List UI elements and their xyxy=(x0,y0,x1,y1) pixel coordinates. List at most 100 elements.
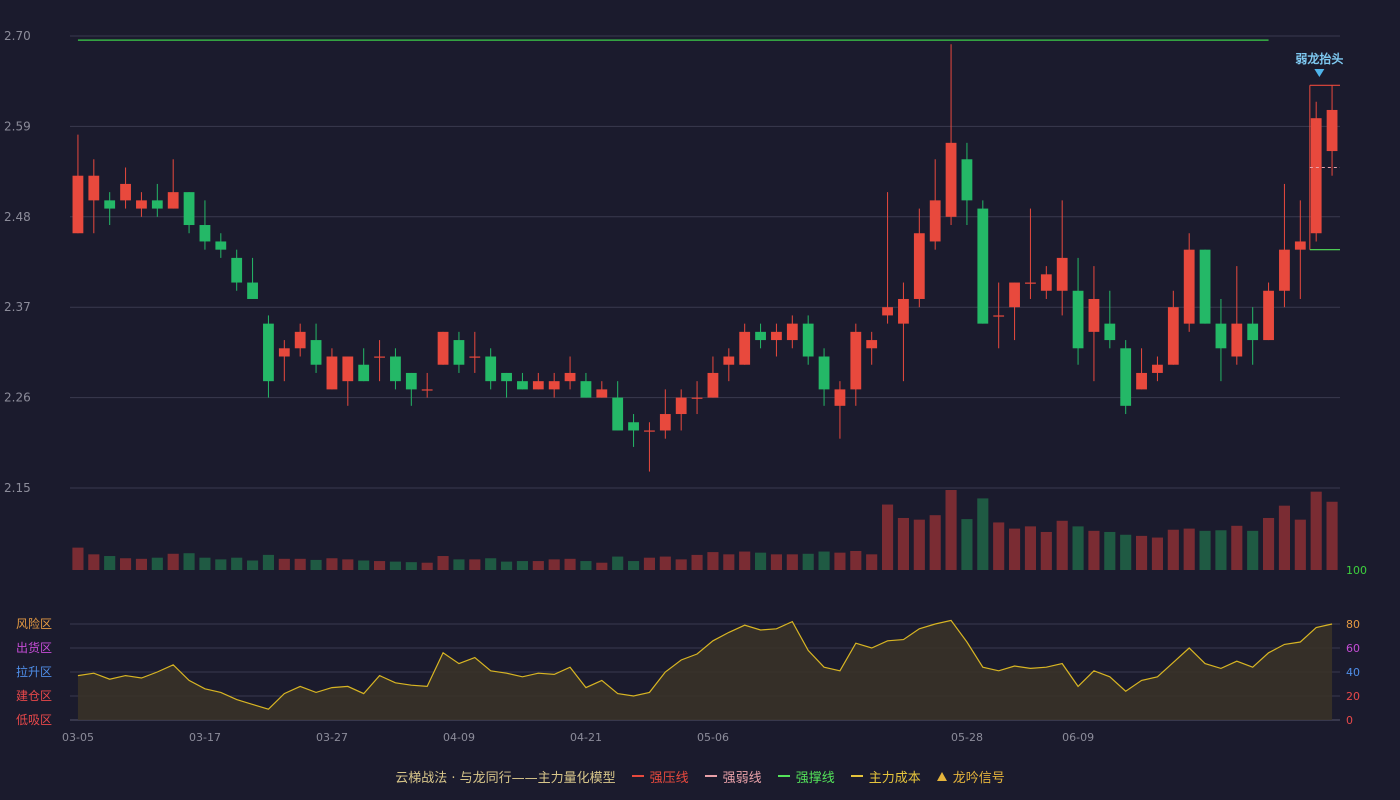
candle-body xyxy=(120,183,131,201)
candle-body xyxy=(215,241,227,250)
legend-item-strong-pressure[interactable]: 强压线 xyxy=(631,767,689,786)
candle-body xyxy=(1088,298,1100,332)
candle-body xyxy=(612,397,624,431)
x-tick-label: 04-09 xyxy=(443,731,475,744)
candle-body xyxy=(390,356,401,382)
legend-item-signal[interactable]: 龙吟信号 xyxy=(936,767,1005,786)
x-tick-label: 06-09 xyxy=(1062,731,1094,744)
x-tick-label: 05-06 xyxy=(697,731,729,744)
volume-bar xyxy=(405,562,417,570)
x-tick-label: 04-21 xyxy=(570,731,602,744)
candle-body xyxy=(1310,118,1322,234)
volume-bar xyxy=(135,558,147,570)
volume-bar xyxy=(358,560,370,570)
volume-bar xyxy=(1072,526,1084,570)
volume-bar xyxy=(929,515,941,570)
candle-body xyxy=(231,257,243,283)
volume-bar xyxy=(247,560,259,570)
volume-bar xyxy=(977,498,989,570)
candle-body xyxy=(453,340,465,365)
volume-bar xyxy=(691,554,703,570)
volume-bar xyxy=(786,554,798,570)
volume-bar xyxy=(1263,517,1275,570)
candle-body xyxy=(929,200,941,242)
volume-bar xyxy=(72,547,84,570)
legend-item-cost[interactable]: 主力成本 xyxy=(850,767,921,786)
candle-body xyxy=(802,323,814,357)
volume-bar xyxy=(167,553,179,570)
candle-body xyxy=(771,331,782,341)
candle-body xyxy=(786,323,798,341)
candle-body xyxy=(1167,307,1179,365)
candle-body xyxy=(818,356,830,390)
candle-body xyxy=(199,225,211,242)
candle-body xyxy=(167,192,179,209)
volume-bar xyxy=(469,559,481,570)
candle-body xyxy=(183,192,195,226)
volume-bar xyxy=(1040,531,1052,570)
volume-bar xyxy=(1215,530,1227,570)
price-chart: 2.70 2.59 2.48 2.37 2.26 2.15 弱龙抬头风险区出货区拉升区建仓区… xyxy=(4,29,1367,744)
volume-bar xyxy=(151,557,163,570)
candle-body xyxy=(358,364,370,382)
volume-bar xyxy=(802,553,814,570)
candle-body xyxy=(1104,323,1116,341)
candle-body xyxy=(644,430,655,432)
volume-bar xyxy=(310,559,322,570)
legend-title: 云梯战法 · 与龙同行——主力量化模型 xyxy=(395,770,616,786)
volume-bar xyxy=(945,490,957,570)
legend-label: 强压线 xyxy=(649,770,689,786)
candle-body xyxy=(1152,364,1163,373)
candle-body xyxy=(1120,348,1132,406)
candle-body xyxy=(501,372,512,382)
candle-body xyxy=(739,331,751,365)
candle-body xyxy=(1279,249,1290,291)
candle-body xyxy=(898,298,909,324)
volume-bar xyxy=(1120,534,1132,570)
volume-bar xyxy=(389,561,401,570)
candle-body xyxy=(88,175,100,201)
volume-bar xyxy=(501,561,513,570)
volume-bar xyxy=(1056,520,1068,570)
volume-bar xyxy=(1151,537,1163,570)
legend-label: 强撑线 xyxy=(795,770,835,786)
x-tick-label: 05-28 xyxy=(951,731,983,744)
candle-body xyxy=(564,372,576,382)
candle-body xyxy=(691,397,703,399)
volume-bar xyxy=(866,554,878,570)
candle-body xyxy=(882,307,893,316)
volume-bar xyxy=(120,558,132,570)
oscillator-tick-label: 60 xyxy=(1346,642,1360,655)
candle-body xyxy=(866,340,878,349)
volume-bar xyxy=(1088,530,1100,570)
volume-bar xyxy=(421,562,433,570)
candle-body xyxy=(945,142,957,217)
legend-swatch xyxy=(631,775,644,777)
oscillator-tick-label: 80 xyxy=(1346,618,1360,631)
volume-bar xyxy=(1009,528,1021,570)
y-tick-label: 2.26 xyxy=(4,391,31,405)
candle-body xyxy=(596,389,608,398)
oscillator-area xyxy=(77,620,1333,720)
volume-bar xyxy=(1183,528,1195,570)
candle-body xyxy=(1025,282,1036,284)
volume-bar xyxy=(278,558,290,570)
signal-arrow-icon xyxy=(1314,69,1325,77)
legend-item-strong-support[interactable]: 强撑线 xyxy=(777,767,835,786)
volume-bar xyxy=(1294,519,1306,570)
candle-body xyxy=(310,340,322,365)
volume-bar xyxy=(1310,491,1322,570)
volume-bar xyxy=(770,554,782,570)
volume-bar xyxy=(1167,529,1179,570)
candle-body xyxy=(342,356,354,382)
volume-bar xyxy=(723,554,735,570)
legend-label: 主力成本 xyxy=(868,770,921,786)
legend-item-weak[interactable]: 强弱线 xyxy=(704,767,762,786)
volume-bar xyxy=(453,559,465,570)
volume-bar xyxy=(596,562,608,570)
volume-bar xyxy=(532,561,544,570)
candle-body xyxy=(580,381,592,398)
volume-bar xyxy=(516,561,528,570)
legend-swatch xyxy=(777,775,790,777)
candle-body xyxy=(1199,249,1211,324)
